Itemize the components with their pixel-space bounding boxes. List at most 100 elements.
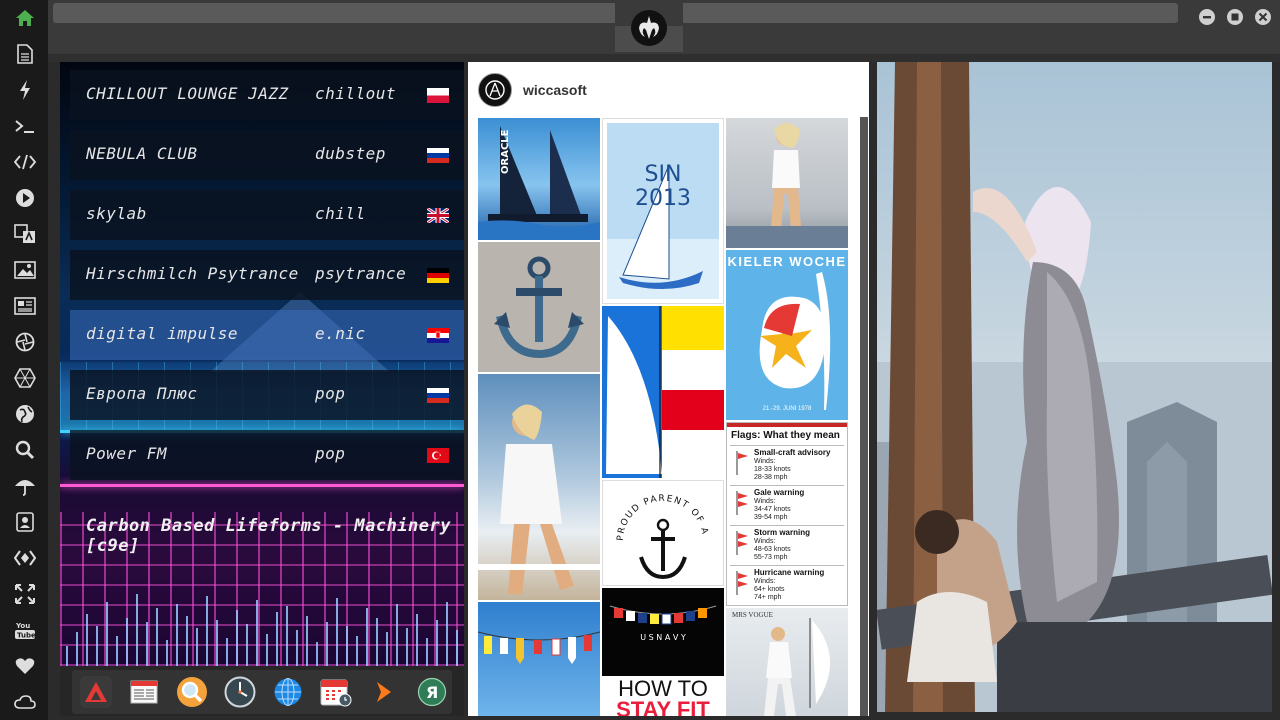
pin-kieler-woche-poster[interactable]: KIELER WOCHE 21.-29. JUNI 1978	[726, 250, 848, 420]
station-name: Power FM	[86, 444, 168, 463]
close-button[interactable]	[1255, 9, 1271, 25]
warning-knots: 34-47 knots	[754, 506, 791, 513]
visualizer-bar	[226, 638, 228, 666]
warning-mph: 74+ mph	[754, 594, 782, 601]
contacts-icon[interactable]	[14, 511, 36, 533]
flag-warning-row: Gale warning Winds: 34-47 knots 39-54 mph	[730, 485, 844, 524]
station-row[interactable]: skylab chill	[70, 190, 464, 240]
visualizer-bar	[396, 604, 398, 666]
maximize-button[interactable]	[1227, 9, 1243, 25]
image-icon[interactable]	[14, 259, 36, 281]
hexagon-icon[interactable]	[14, 367, 36, 389]
poster-title: SIN	[645, 162, 682, 187]
minimize-button[interactable]	[1199, 9, 1215, 25]
visualizer-bar	[106, 602, 108, 666]
visualizer-bar	[366, 608, 368, 666]
browser-globe-icon[interactable]	[272, 676, 304, 708]
scrollbar-thumb[interactable]	[860, 117, 868, 716]
pin-how-to-stay-fit[interactable]: HOW TO STAY FIT	[602, 678, 724, 716]
station-name: digital impulse	[86, 324, 238, 343]
visualizer-bar	[426, 638, 428, 666]
play-icon[interactable]	[14, 187, 36, 209]
title-bar	[48, 0, 1280, 54]
globe-icon[interactable]	[14, 403, 36, 425]
youtube-icon[interactable]: You Tube	[14, 619, 36, 641]
visualizer-bar	[386, 632, 388, 666]
visualizer-bar	[196, 628, 198, 666]
flag-warning-row: Storm warning Winds: 48-63 knots 55-73 mph	[730, 525, 844, 564]
cloud-icon[interactable]	[14, 691, 36, 713]
visualizer-bar	[146, 622, 148, 666]
aperture-icon[interactable]	[14, 331, 36, 353]
station-row[interactable]: Hirschmilch Psytrance psytrance	[70, 250, 464, 300]
code-icon[interactable]	[14, 151, 36, 173]
pin-proud-sailor-parent[interactable]: PROUD PARENT OF A U.S. SAILOR	[602, 480, 724, 586]
visualizer-bar	[446, 602, 448, 666]
avatar[interactable]	[478, 73, 512, 107]
station-genre: e.nic	[315, 324, 366, 343]
warning-knots: 48-63 knots	[754, 546, 791, 553]
pin-anchor-mosaic[interactable]	[478, 242, 600, 372]
fullscreen-icon[interactable]	[14, 583, 36, 605]
visualizer-bar	[236, 610, 238, 666]
navy-text: U S N A V Y	[640, 633, 686, 642]
pin-mrs-vogue[interactable]: MRS VOGUE	[726, 608, 848, 716]
svg-text:Tube: Tube	[17, 632, 36, 640]
station-name: Европа Плюс	[86, 384, 198, 403]
scrollbar[interactable]	[860, 117, 868, 716]
flash-icon[interactable]	[14, 79, 36, 101]
pin-sailboat-race[interactable]: ORACLE	[478, 118, 600, 240]
feed-reader-icon[interactable]	[128, 676, 160, 708]
home-icon[interactable]	[14, 7, 36, 29]
pin-sin-2013-poster[interactable]: SIN 2013	[602, 118, 724, 304]
flag-warning-row: Small-craft advisory Winds: 18-33 knots 28-…	[730, 445, 844, 484]
flag-ru-icon	[427, 148, 449, 163]
flag-tr-icon	[427, 448, 449, 463]
visualizer-bar	[156, 608, 158, 666]
visualizer-bar	[126, 618, 128, 666]
username[interactable]: wiccasoft	[523, 82, 587, 98]
station-row[interactable]: Европа Плюс pop	[70, 370, 464, 420]
app-a-icon[interactable]	[80, 676, 112, 708]
dock-tray: Я	[72, 670, 452, 714]
diamond-code-icon[interactable]	[14, 547, 36, 569]
pin-nautical-flags[interactable]	[478, 602, 600, 716]
visualizer-bar	[456, 630, 458, 666]
pin-storm-flags-chart[interactable]: Flags: What they mean Small-craft adviso…	[726, 422, 848, 606]
yandex-icon[interactable]: Я	[416, 676, 448, 708]
terminal-icon[interactable]	[14, 115, 36, 137]
document-icon[interactable]	[14, 43, 36, 65]
now-playing-title: Carbon Based Lifeforms - Machinery [c9e]	[86, 516, 451, 556]
warning-flag-icon	[734, 490, 752, 516]
flag-hr-icon	[427, 328, 449, 343]
station-row[interactable]: NEBULA CLUB dubstep	[70, 130, 464, 180]
calendar-app-icon[interactable]	[320, 676, 352, 708]
warning-mph: 39-54 mph	[754, 514, 788, 521]
poster-year: 2013	[635, 186, 691, 211]
pin-colored-sails[interactable]	[602, 306, 724, 478]
magnifier-app-icon[interactable]	[176, 676, 208, 708]
heart-icon[interactable]	[14, 655, 36, 677]
visualizer-bar	[436, 620, 438, 666]
visualizer-bar	[96, 626, 98, 666]
station-row-selected[interactable]: digital impulse e.nic	[70, 310, 464, 360]
translate-icon[interactable]	[14, 223, 36, 245]
visualizer-bar	[296, 630, 298, 666]
visualizer-bar	[316, 642, 318, 666]
pin-woman-white-swimsuit[interactable]	[726, 118, 848, 248]
search-icon[interactable]	[14, 439, 36, 461]
radio-panel: CHILLOUT LOUNGE JAZZ chillout NEBULA CLU…	[60, 62, 464, 666]
visualizer-bar	[376, 618, 378, 666]
clock-app-icon[interactable]	[224, 676, 256, 708]
audio-visualizer	[60, 582, 464, 666]
news-icon[interactable]	[14, 295, 36, 317]
station-row[interactable]: Power FM pop	[70, 430, 464, 480]
pin-woman-on-yacht[interactable]	[478, 374, 600, 600]
umbrella-icon[interactable]	[14, 475, 36, 497]
media-play-arrow-icon[interactable]	[368, 676, 400, 708]
station-row[interactable]: CHILLOUT LOUNGE JAZZ chillout	[70, 70, 464, 120]
pin-us-navy-flags[interactable]: U S N A V Y	[602, 588, 724, 676]
visualizer-bar	[256, 600, 258, 666]
stayfit-line-2: STAY FIT	[616, 697, 710, 717]
app-tab[interactable]	[615, 2, 683, 52]
